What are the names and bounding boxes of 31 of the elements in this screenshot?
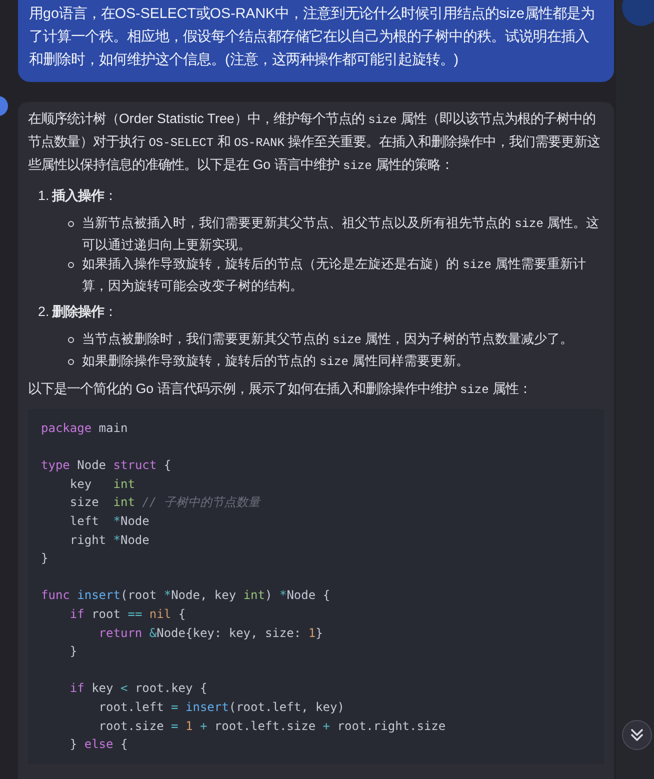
code-line: size int // 子树中的节点数量 (68, 494, 260, 512)
list-text: 如果删除操作导致旋转，旋转后的节点的 size 属性同样需要更新。 (82, 352, 470, 370)
bullet-icon (68, 262, 74, 268)
code-line: } else { (68, 736, 128, 754)
code-line: package main (41, 420, 128, 437)
list-text: 当新节点被插入时，我们需要更新其父节点、祖父节点以及所有祖先节点的 size 属性。这可以通过递归向上更新实现。 (82, 214, 600, 254)
list-text: 当节点被删除时，我们需要更新其父节点的 size 属性，因为子树的节点数量减少了。 (82, 330, 574, 349)
bullet-icon (68, 337, 74, 343)
code-line: type Node struct { (41, 457, 172, 474)
bullet-icon (68, 358, 74, 364)
paragraph: 以下是一个简化的 Go 语言代码示例，展示了如何在插入和删除操作中维护 size 属性： (28, 380, 533, 399)
list-text: 如果插入操作导致旋转，旋转后的节点（无论是左旋还是右旋）的 size 属性需要重新计算，因为旋转可能会改变子树的结构。 (82, 255, 588, 294)
list-number: 1. (38, 187, 50, 205)
double-chevron-down-icon (629, 727, 645, 743)
code-line: root.left = insert(root.left, key) (98, 698, 344, 716)
code-line: if root == nil { (68, 606, 186, 623)
code-line: func insert(root *Node, key int) *Node { (41, 587, 330, 604)
list-heading: 删除操作： (52, 303, 118, 321)
code-line: } (41, 550, 48, 568)
paragraph: 在顺序统计树（Order Statistic Tree）中，维护每个节点的 size 属性（即以该节点为根的子树中的节点数量）对于执行 OS-SELECT 和 OS-RANK 操作至关重要。在插入和删除操作中，我们需要更新这些属性以保持信息的准确性。以下是在 Go 语言中维护 size 属性的策略： (28, 110, 602, 175)
code-line: return &Node{key: key, size: 1} (98, 624, 323, 642)
code-line: key int (68, 476, 135, 493)
list-heading: 插入操作： (52, 187, 118, 205)
code-line: if key < root.key { (68, 680, 208, 698)
list-number: 2. (38, 303, 50, 321)
user-message: 用go语言，在OS-SELECT或OS-RANK中，注意到无论什么时候引用结点的size属性都是为了计算一个秩。相应地，假设每个结点都存储它在以自己为根的子树中的秩。试说明在插入和删除时，如何维护这个信息。(注意，这两种操作都可能引起旋转。) (18, 0, 614, 82)
bullet-icon (68, 221, 74, 227)
code-line: left *Node (68, 512, 150, 530)
code-line: } (68, 643, 78, 660)
code-line: root.size = 1 + root.left.size + root.right.size (98, 718, 446, 735)
code-line: right *Node (68, 532, 150, 549)
